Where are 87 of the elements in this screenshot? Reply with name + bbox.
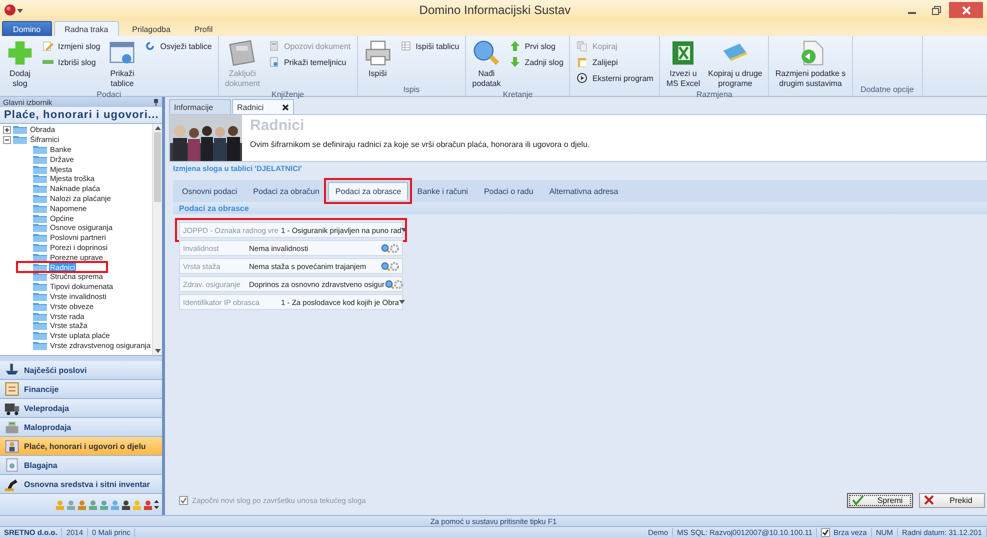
- close-icon: [924, 495, 934, 505]
- banner-description: Ovim šifrarnikom se definiraju radnici za koje se vrši obračun plaća, honorara ili ugovora o djelu.: [250, 140, 590, 149]
- panel-title: Plaće, honorari i ugovori...: [0, 107, 162, 124]
- search-icon: [381, 244, 390, 252]
- form-tab[interactable]: Alternativna adresa: [542, 182, 626, 200]
- ribbon-button[interactable]: Zalijepi: [574, 55, 656, 69]
- worker-icon: [4, 438, 20, 454]
- scroll-down-icon: [154, 349, 160, 353]
- plus-icon: [6, 39, 34, 67]
- document-tab[interactable]: Radnici: [232, 99, 294, 114]
- checkmark-icon: [822, 529, 830, 536]
- section-header: Podaci za obrasce: [173, 202, 987, 214]
- register-icon: [4, 419, 20, 435]
- ribbon-button[interactable]: Prvi slog: [506, 39, 566, 53]
- search-icon: [381, 262, 390, 270]
- refresh-icon: [144, 40, 156, 52]
- ribbon-button[interactable]: Dodaj slog: [4, 38, 36, 90]
- expander-icon: [3, 136, 11, 144]
- table-icon: [400, 40, 412, 52]
- document-tab[interactable]: Informacije: [169, 99, 231, 114]
- person-icon: [55, 500, 65, 510]
- ribbon-button[interactable]: Eksterni program: [574, 71, 656, 85]
- scrollbar[interactable]: [152, 124, 162, 355]
- ribbon-group-label: Dodatne opcije: [859, 85, 915, 96]
- cancel-button[interactable]: Prekid: [919, 492, 985, 508]
- dropdown-caret-icon: [401, 228, 408, 232]
- copy-icon: [576, 40, 588, 52]
- navigation-button[interactable]: Financije: [0, 380, 162, 399]
- checkmark-icon: [852, 495, 864, 505]
- ribbon-button[interactable]: Prikaži temeljnicu: [266, 55, 353, 69]
- clipboard-icon: [576, 56, 588, 68]
- pin-icon: [153, 98, 159, 106]
- banner-title: Radnici: [250, 117, 306, 134]
- scroll-up-icon: [154, 126, 160, 130]
- ribbon-button[interactable]: Osvježi tablice: [142, 39, 214, 53]
- close-button[interactable]: [949, 2, 983, 18]
- close-icon: [282, 104, 289, 110]
- ribbon-group-label: Razmjena: [695, 90, 734, 99]
- app-logo-icon: [4, 4, 16, 16]
- ribbon-tab[interactable]: Radna traka: [54, 21, 120, 36]
- ribbon-button[interactable]: Kopiraj u druge programe: [706, 38, 764, 90]
- ribbon-button[interactable]: Ispiši: [362, 38, 394, 85]
- ribbon-button[interactable]: Izvezi u MS Excel: [664, 38, 702, 90]
- play-icon: [576, 72, 588, 84]
- scroll-thumb[interactable]: [154, 132, 161, 202]
- form-tab[interactable]: Podaci o radu: [476, 182, 540, 200]
- ledger-icon: [4, 381, 20, 397]
- ribbon-tab[interactable]: Prilagodba: [121, 21, 182, 36]
- form-tab[interactable]: Osnovni podaci: [175, 182, 244, 200]
- ribbon-group-label: Ispis: [402, 85, 421, 96]
- navigation-button[interactable]: Veleprodaja: [0, 399, 162, 418]
- pencil-icon: [42, 40, 54, 52]
- save-button[interactable]: Spremi: [847, 492, 913, 508]
- ribbon-group-label: Podaci: [96, 90, 122, 99]
- restore-icon: [932, 6, 940, 14]
- navigation-button[interactable]: Plaće, honorari i ugovori o djelu: [0, 437, 162, 456]
- form-tab[interactable]: Podaci za obračun: [246, 182, 326, 200]
- ribbon-button[interactable]: Nađi podatak: [470, 38, 503, 90]
- overflow-icon: [154, 500, 159, 509]
- navigation-button[interactable]: Blagajna: [0, 456, 162, 475]
- navigation-button[interactable]: Najčešći poslovi: [0, 361, 162, 380]
- ribbon-button[interactable]: Izbriši slog: [40, 55, 102, 69]
- ribbon-button[interactable]: Ispiši tablicu: [398, 39, 462, 53]
- window-title: Domino Informacijski Sustav: [418, 3, 572, 17]
- form-tab[interactable]: Banke i računi: [410, 182, 475, 200]
- ribbon-button[interactable]: Zadnji slog: [506, 55, 566, 69]
- form-tab[interactable]: Podaci za obrasce: [328, 182, 408, 200]
- checkmark-icon: [180, 496, 187, 504]
- search-icon: [472, 39, 500, 67]
- application-menu-tab[interactable]: Domino: [2, 21, 52, 36]
- ribbon-button[interactable]: Izmjeni slog: [40, 39, 102, 53]
- navigation-button[interactable]: Maloprodaja: [0, 418, 162, 437]
- ribbon-button[interactable]: Prikaži tablice: [106, 38, 138, 90]
- dropdown-caret-icon: [398, 300, 405, 304]
- ribbon-group-label: Knjiženje: [270, 90, 305, 99]
- receipt-icon: [4, 457, 20, 473]
- close-icon: [962, 6, 970, 14]
- navigation-button[interactable]: Osnovna sredstva i sitni inventar: [0, 475, 162, 494]
- person-icon: [121, 500, 131, 510]
- search-icon: [384, 280, 394, 288]
- ribbon-tab[interactable]: Profil: [183, 21, 224, 36]
- ribbon-button[interactable]: Razmjeni podatke s drugim sustavima: [773, 38, 848, 90]
- quick-access-caret-icon: [16, 6, 24, 14]
- arrow-down-icon: [508, 56, 521, 68]
- expander-icon: [3, 126, 11, 134]
- arrow-up-icon: [508, 40, 521, 52]
- ribbon-group-label: Kretanje: [502, 90, 534, 99]
